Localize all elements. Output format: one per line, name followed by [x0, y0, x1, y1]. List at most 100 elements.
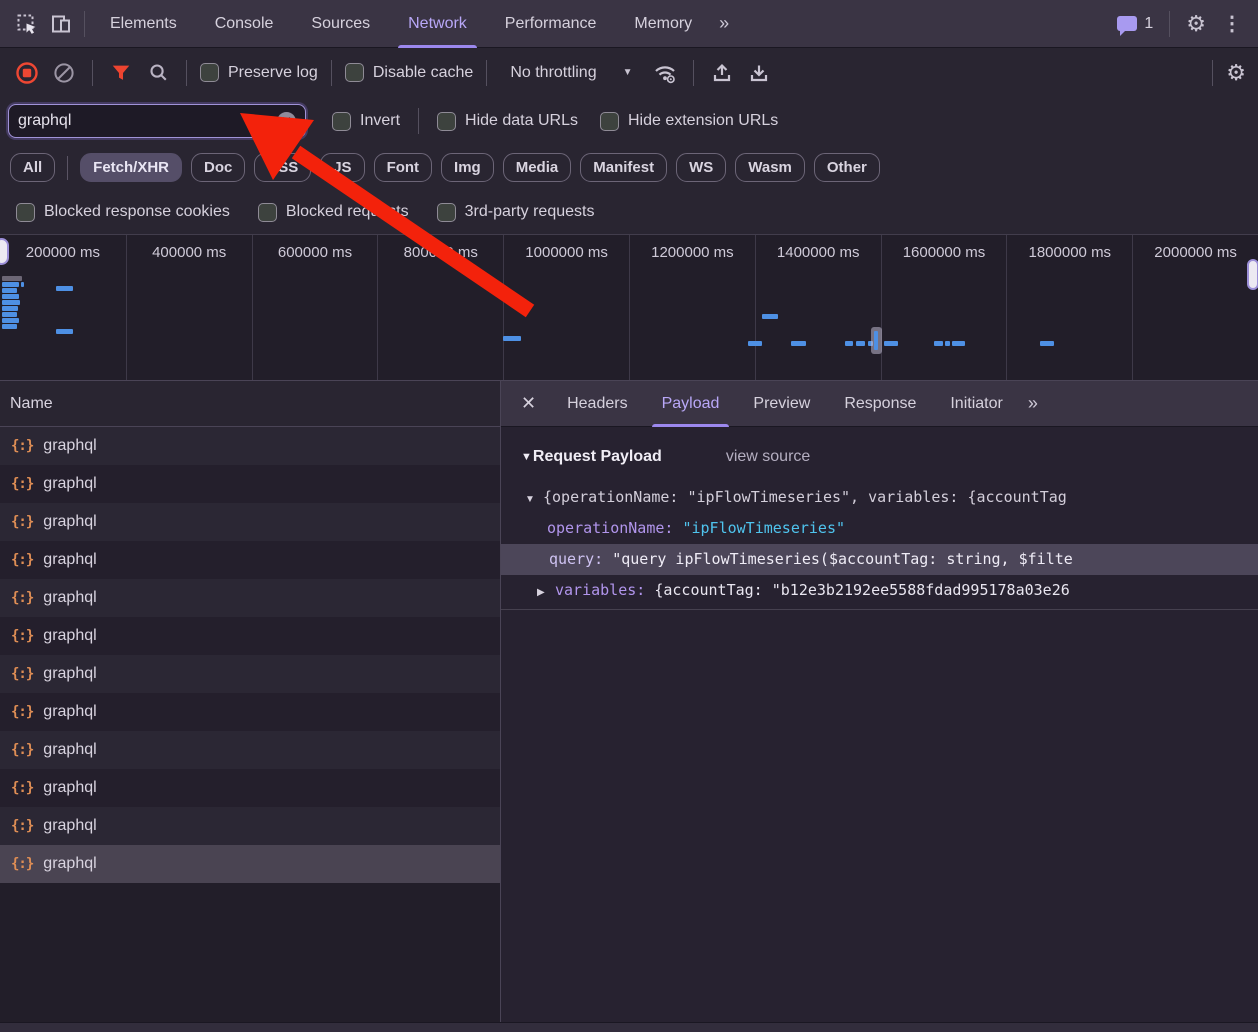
- table-row[interactable]: {:}graphql: [0, 617, 500, 655]
- table-row[interactable]: {:}graphql: [0, 655, 500, 693]
- payload-key: query:: [549, 550, 612, 568]
- chip-js[interactable]: JS: [320, 153, 364, 182]
- request-payload-header[interactable]: ▼ Request Payload view source: [501, 441, 1258, 473]
- section-collapse-triangle-icon[interactable]: ▼: [521, 451, 532, 463]
- blocked-response-cookies-checkbox[interactable]: [16, 203, 35, 222]
- hide-data-urls-checkbox[interactable]: [437, 112, 456, 131]
- waterfall-bar: [952, 341, 965, 346]
- network-filter-input[interactable]: graphql ✕: [8, 104, 306, 138]
- table-row[interactable]: {:}graphql: [0, 541, 500, 579]
- hide-extension-urls-toggle[interactable]: Hide extension URLs: [600, 112, 778, 131]
- disclosure-triangle-icon[interactable]: ▶: [537, 577, 555, 606]
- third-party-requests-toggle[interactable]: 3rd-party requests: [437, 203, 595, 222]
- waterfall-bar: [2, 324, 17, 329]
- table-row[interactable]: {:}graphql: [0, 807, 500, 845]
- table-row[interactable]: {:}graphql: [0, 579, 500, 617]
- tab-elements[interactable]: Elements: [97, 0, 190, 48]
- blocked-requests-toggle[interactable]: Blocked requests: [258, 203, 409, 222]
- request-name: graphql: [43, 551, 96, 569]
- blocked-requests-checkbox[interactable]: [258, 203, 277, 222]
- chip-media[interactable]: Media: [503, 153, 572, 182]
- throttling-select[interactable]: No throttling ▼: [500, 64, 642, 82]
- inspect-element-icon[interactable]: [10, 9, 44, 39]
- tab-console[interactable]: Console: [202, 0, 287, 48]
- table-row[interactable]: {:}graphql: [0, 693, 500, 731]
- chip-other[interactable]: Other: [814, 153, 880, 182]
- invert-checkbox[interactable]: [332, 112, 351, 131]
- settings-gear-icon[interactable]: ⚙: [1186, 13, 1206, 35]
- details-more-tabs-icon[interactable]: »: [1020, 393, 1044, 414]
- filter-icon[interactable]: [106, 58, 136, 88]
- request-name: graphql: [43, 779, 96, 797]
- payload-line[interactable]: query: "query ipFlowTimeseries($accountT…: [501, 544, 1258, 575]
- hide-data-urls-toggle[interactable]: Hide data URLs: [437, 112, 578, 131]
- preserve-log-toggle[interactable]: Preserve log: [200, 63, 318, 82]
- json-braces-icon: {:}: [11, 856, 33, 872]
- clear-network-log-button[interactable]: [49, 58, 79, 88]
- table-row[interactable]: {:}graphql: [0, 503, 500, 541]
- waterfall-bar: [856, 341, 865, 346]
- filter-query-text: graphql: [18, 112, 277, 130]
- disable-cache-toggle[interactable]: Disable cache: [345, 63, 474, 82]
- payload-line[interactable]: ▼{operationName: "ipFlowTimeseries", var…: [501, 482, 1258, 513]
- preserve-log-label: Preserve log: [228, 64, 318, 82]
- search-icon[interactable]: [143, 58, 173, 88]
- import-har-icon[interactable]: [707, 58, 737, 88]
- chip-css[interactable]: CSS: [254, 153, 311, 182]
- table-row[interactable]: {:}graphql: [0, 465, 500, 503]
- chip-img[interactable]: Img: [441, 153, 494, 182]
- device-toolbar-icon[interactable]: [44, 9, 78, 39]
- chip-doc[interactable]: Doc: [191, 153, 245, 182]
- payload-line[interactable]: operationName: "ipFlowTimeseries": [501, 513, 1258, 544]
- json-braces-icon: {:}: [11, 476, 33, 492]
- chip-ws[interactable]: WS: [676, 153, 726, 182]
- chip-all[interactable]: All: [10, 153, 55, 182]
- issues-indicator[interactable]: 1: [1117, 15, 1153, 33]
- view-source-link[interactable]: view source: [726, 448, 810, 466]
- details-tab-initiator[interactable]: Initiator: [937, 381, 1015, 427]
- record-network-log-button[interactable]: [12, 58, 42, 88]
- details-tab-headers[interactable]: Headers: [554, 381, 640, 427]
- close-details-icon[interactable]: ✕: [511, 393, 550, 414]
- name-column-header[interactable]: Name: [0, 381, 500, 427]
- chip-wasm[interactable]: Wasm: [735, 153, 805, 182]
- chip-fetch-xhr[interactable]: Fetch/XHR: [80, 153, 182, 182]
- tab-sources[interactable]: Sources: [298, 0, 383, 48]
- blocked-response-cookies-toggle[interactable]: Blocked response cookies: [16, 203, 230, 222]
- payload-line[interactable]: ▶variables: {accountTag: "b12e3b2192ee55…: [501, 575, 1258, 606]
- chip-manifest[interactable]: Manifest: [580, 153, 667, 182]
- payload-value: "ipFlowTimeseries": [682, 519, 845, 537]
- tab-performance[interactable]: Performance: [492, 0, 610, 48]
- more-options-icon[interactable]: ⋮: [1216, 11, 1248, 36]
- table-row[interactable]: {:}graphql: [0, 769, 500, 807]
- network-conditions-icon[interactable]: [650, 58, 680, 88]
- timeline-column: 200000 ms: [0, 235, 126, 380]
- timeline-overview[interactable]: 200000 ms400000 ms600000 ms800000 ms1000…: [0, 234, 1258, 381]
- disclosure-triangle-icon[interactable]: ▼: [525, 484, 543, 513]
- details-tab-response[interactable]: Response: [831, 381, 929, 427]
- more-tabs-icon[interactable]: »: [711, 13, 735, 34]
- invert-toggle[interactable]: Invert: [332, 112, 400, 131]
- waterfall-bar: [2, 276, 22, 281]
- disable-cache-checkbox[interactable]: [345, 63, 364, 82]
- details-tab-payload[interactable]: Payload: [649, 381, 733, 427]
- hide-extension-urls-checkbox[interactable]: [600, 112, 619, 131]
- table-row[interactable]: {:}graphql: [0, 731, 500, 769]
- table-row[interactable]: {:}graphql: [0, 427, 500, 465]
- hide-data-urls-label: Hide data URLs: [465, 112, 578, 130]
- clear-filter-icon[interactable]: ✕: [277, 112, 296, 131]
- network-settings-gear-icon[interactable]: ⚙: [1226, 62, 1246, 84]
- chip-font[interactable]: Font: [374, 153, 432, 182]
- preserve-log-checkbox[interactable]: [200, 63, 219, 82]
- tab-network[interactable]: Network: [395, 0, 480, 48]
- divider: [186, 60, 187, 86]
- export-har-icon[interactable]: [744, 58, 774, 88]
- panel-tabs: ElementsConsoleSourcesNetworkPerformance…: [91, 0, 711, 48]
- table-row[interactable]: {:}graphql: [0, 845, 500, 883]
- request-payload-title: Request Payload: [533, 448, 662, 466]
- third-party-requests-checkbox[interactable]: [437, 203, 456, 222]
- tab-memory[interactable]: Memory: [621, 0, 705, 48]
- chevron-down-icon: ▼: [623, 67, 633, 78]
- details-tab-preview[interactable]: Preview: [740, 381, 823, 427]
- timeline-column: 1800000 ms: [1006, 235, 1132, 380]
